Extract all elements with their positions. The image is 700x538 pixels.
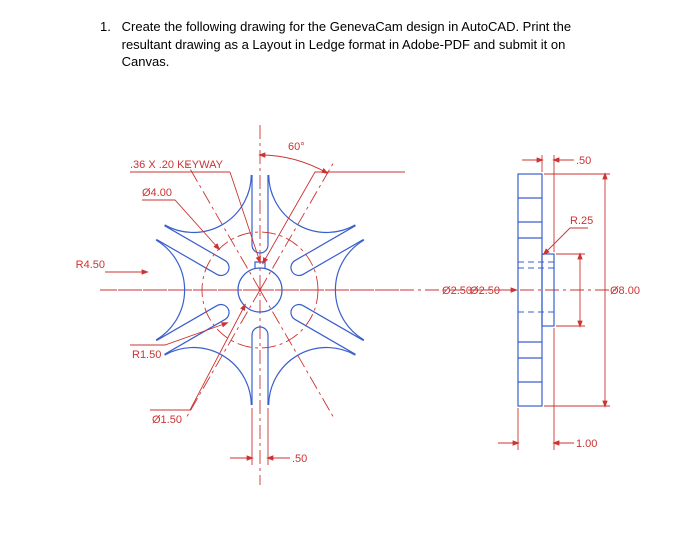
drawing-canvas: .36 X .20 KEYWAY 60° Ø4.00 R4.50 R1.50 Ø… bbox=[60, 80, 660, 520]
instruction-body: Create the following drawing for the Gen… bbox=[122, 18, 600, 71]
dim-r450: R4.50 bbox=[76, 259, 147, 272]
instruction-text: 1. Create the following drawing for the … bbox=[100, 18, 600, 71]
dim-dia-4: Ø4.00 bbox=[142, 187, 219, 249]
dim-dia4-text: Ø4.00 bbox=[142, 187, 172, 199]
dim-keyway-text: .36 X .20 KEYWAY bbox=[130, 159, 224, 171]
dim-r25-text: R.25 bbox=[570, 215, 593, 227]
dim-r150-text: R1.50 bbox=[132, 349, 161, 361]
dim-dia150: Ø1.50 bbox=[150, 305, 245, 426]
dim-dia250-text: Ø2.50 bbox=[470, 285, 500, 297]
dim-60-text: 60° bbox=[288, 141, 305, 153]
front-view: .36 X .20 KEYWAY 60° Ø4.00 R4.50 R1.50 Ø… bbox=[76, 125, 490, 485]
dim-slot50-text: .50 bbox=[292, 453, 307, 465]
dim-angle-60: 60° bbox=[260, 141, 327, 173]
side-view: .50 R.25 Ø2.50 Ø2.50 Ø2.50 Ø8.00 bbox=[442, 155, 640, 450]
dim-r450-text: R4.50 bbox=[76, 259, 105, 271]
dim-thick-100: 1.00 bbox=[498, 328, 597, 450]
dim-100-text: 1.00 bbox=[576, 438, 597, 450]
dim-r25: R.25 bbox=[544, 215, 593, 254]
dim-dia800-text: Ø8.00 bbox=[610, 285, 640, 297]
dim-r150: R1.50 bbox=[130, 323, 227, 361]
dim-dia250-label: Ø2.50 bbox=[442, 285, 472, 297]
dim-slot-50: .50 bbox=[230, 408, 307, 465]
dim-dia150-text: Ø1.50 bbox=[152, 414, 182, 426]
instruction-number: 1. bbox=[100, 18, 118, 36]
dim-step50-text: .50 bbox=[576, 155, 591, 167]
